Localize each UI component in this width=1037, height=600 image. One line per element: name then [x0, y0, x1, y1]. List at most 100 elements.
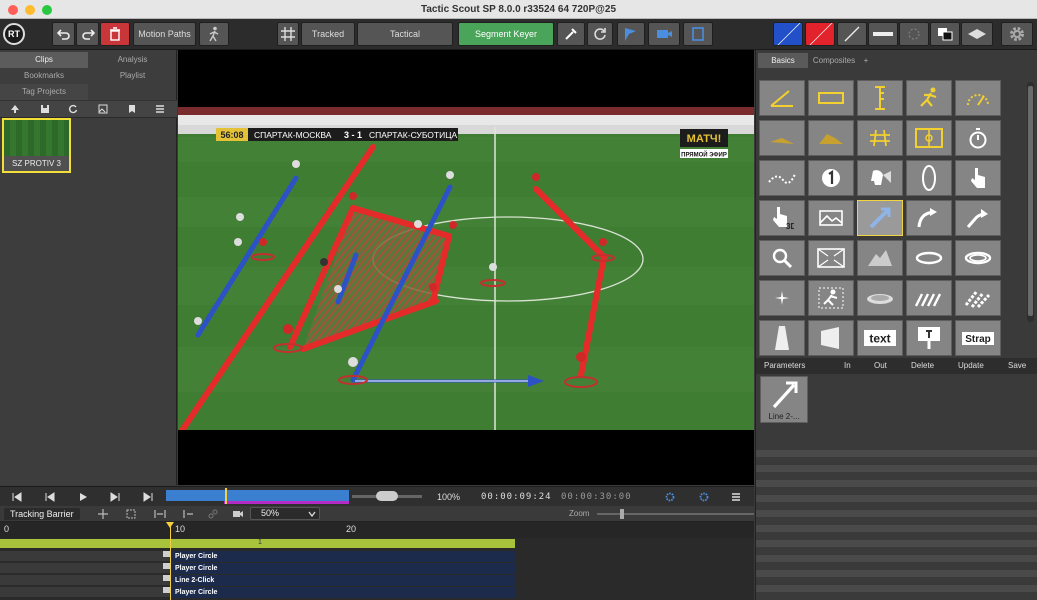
video-viewer[interactable]: 56:08 СПАРТАК-МОСКВА 3 - 1 СПАРТАК-СУБОТ…: [178, 50, 754, 485]
tab-analysis[interactable]: Analysis: [88, 52, 177, 68]
refresh-icon[interactable]: [68, 104, 78, 114]
clip-track[interactable]: 1: [0, 539, 515, 548]
mark-out-icon[interactable]: [699, 492, 709, 502]
perspective-button[interactable]: [961, 22, 993, 46]
line-style-button[interactable]: [837, 22, 867, 46]
track-player-circle-3[interactable]: Player Circle: [172, 587, 515, 598]
select-icon[interactable]: [126, 509, 136, 519]
secondary-color-swatch[interactable]: [805, 22, 835, 46]
zoom-area-tool[interactable]: [808, 240, 854, 276]
view-cone-tool[interactable]: [857, 160, 903, 196]
camera-button[interactable]: [648, 22, 680, 46]
tracking-barrier-button[interactable]: Tracking Barrier: [4, 508, 80, 520]
strap-tool[interactable]: Strap: [955, 320, 1001, 356]
tracked-button[interactable]: Tracked: [301, 22, 355, 46]
callout-tool[interactable]: [906, 320, 952, 356]
tab-add[interactable]: +: [860, 53, 872, 68]
update-button[interactable]: Update: [958, 361, 984, 370]
refresh-button[interactable]: [587, 22, 613, 46]
settings-button[interactable]: [1001, 22, 1033, 46]
upload-icon[interactable]: [10, 104, 20, 114]
ruler-playhead-marker[interactable]: [166, 522, 174, 528]
layer-order-button[interactable]: [930, 22, 960, 46]
trim-icon[interactable]: [182, 509, 194, 519]
magnifier-tool[interactable]: [759, 240, 805, 276]
track-handles[interactable]: [163, 551, 170, 599]
track-line-2-click[interactable]: Line 2-Click: [172, 575, 515, 586]
camera-track-icon[interactable]: [232, 509, 244, 519]
clip-thumbnail[interactable]: SZ PROTIV 3: [2, 118, 71, 173]
track-player-circle-1[interactable]: Player Circle: [172, 551, 515, 562]
mark-in-icon[interactable]: [665, 492, 675, 502]
text-tool[interactable]: text: [857, 320, 903, 356]
spotlight-tool[interactable]: [857, 280, 903, 316]
walk-button[interactable]: [199, 22, 229, 46]
height-tool[interactable]: [857, 80, 903, 116]
skip-start-icon[interactable]: [12, 492, 22, 502]
undo-button[interactable]: [52, 22, 75, 46]
active-graphic-card[interactable]: Line 2-...: [760, 376, 808, 423]
player-cutout-tool[interactable]: [808, 280, 854, 316]
out-button[interactable]: Out: [874, 361, 887, 370]
area-shadow-tool[interactable]: [808, 120, 854, 156]
tab-playlist[interactable]: Playlist: [88, 68, 177, 84]
zoom-select[interactable]: 50%: [250, 507, 320, 520]
line-width-button[interactable]: [868, 22, 898, 46]
close-window-button[interactable]: [8, 5, 18, 15]
rotation-tool[interactable]: [906, 240, 952, 276]
wall-stripes-tool[interactable]: [955, 280, 1001, 316]
angle-tool[interactable]: [759, 80, 805, 116]
speedometer-tool[interactable]: [955, 80, 1001, 116]
speed-tool[interactable]: [906, 80, 952, 116]
tap-tool[interactable]: [955, 160, 1001, 196]
primary-color-swatch[interactable]: [773, 22, 803, 46]
tab-tag-projects[interactable]: Tag Projects: [0, 84, 88, 100]
step-forward-icon[interactable]: [110, 492, 120, 502]
image-icon[interactable]: [98, 104, 108, 114]
motion-paths-button[interactable]: Motion Paths: [133, 22, 196, 46]
bookmark-icon[interactable]: [127, 104, 137, 114]
in-button[interactable]: In: [844, 361, 851, 370]
tools-scrollbar[interactable]: [1027, 82, 1034, 322]
zone-stripes-tool[interactable]: [906, 280, 952, 316]
skip-end-icon[interactable]: [143, 492, 153, 502]
bent-arrow-tool[interactable]: [955, 200, 1001, 236]
clipboard-button[interactable]: [683, 22, 713, 46]
save-param-button[interactable]: Save: [1008, 361, 1026, 370]
tab-clips[interactable]: Clips: [0, 52, 88, 68]
save-icon[interactable]: [40, 104, 50, 114]
list-icon[interactable]: [155, 104, 165, 114]
ellipse-tool[interactable]: [906, 160, 952, 196]
segment-keyer-button[interactable]: Segment Keyer: [458, 22, 554, 46]
move-icon[interactable]: [98, 509, 108, 519]
offside-tool[interactable]: [857, 120, 903, 156]
sparkle-tool[interactable]: [759, 280, 805, 316]
timeline-ruler[interactable]: 0 10 20: [0, 522, 754, 538]
fit-icon[interactable]: [154, 509, 166, 519]
number-tool[interactable]: [808, 160, 854, 196]
zoom-window-button[interactable]: [42, 5, 52, 15]
menu-icon[interactable]: [731, 492, 741, 502]
play-icon[interactable]: [78, 492, 88, 502]
wall-tool[interactable]: [808, 320, 854, 356]
image-tool[interactable]: [808, 200, 854, 236]
curved-arrow-tool[interactable]: [906, 200, 952, 236]
color-picker-button[interactable]: [557, 22, 585, 46]
grid-button[interactable]: [277, 22, 299, 46]
split-icon[interactable]: [208, 509, 218, 519]
playhead[interactable]: [225, 488, 227, 504]
timer-tool[interactable]: [955, 120, 1001, 156]
minimize-window-button[interactable]: [25, 5, 35, 15]
speed-slider-handle[interactable]: [376, 491, 398, 501]
football-pitch-frame[interactable]: 56:08 СПАРТАК-МОСКВА 3 - 1 СПАРТАК-СУБОТ…: [178, 107, 754, 430]
step-back-icon[interactable]: [45, 492, 55, 502]
shadow-tool[interactable]: [759, 120, 805, 156]
delete-button[interactable]: [100, 22, 130, 46]
tab-bookmarks[interactable]: Bookmarks: [0, 68, 88, 84]
flag-button[interactable]: [617, 22, 645, 46]
scrub-bar[interactable]: [166, 490, 349, 501]
redo-button[interactable]: [76, 22, 99, 46]
track-player-circle-2[interactable]: Player Circle: [172, 563, 515, 574]
tactical-button[interactable]: Tactical: [357, 22, 453, 46]
tab-composites[interactable]: Composites: [810, 53, 858, 68]
